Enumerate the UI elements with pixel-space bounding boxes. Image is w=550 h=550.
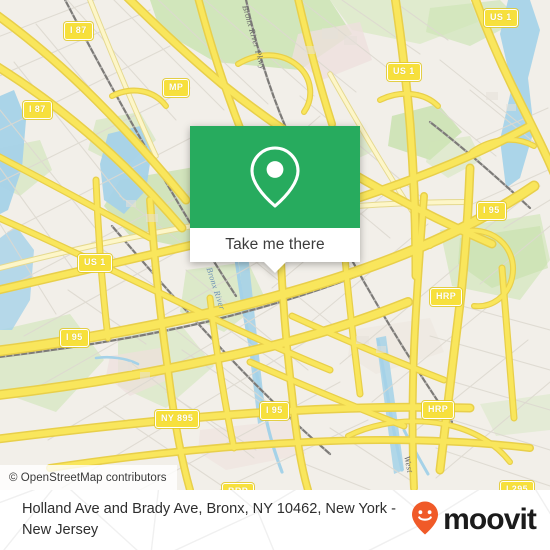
highway-shield[interactable]: MP (163, 79, 190, 97)
highway-shield[interactable]: I 295 (500, 481, 535, 490)
moovit-wordmark: moovit (443, 502, 537, 536)
highway-shield[interactable]: I 95 (260, 402, 289, 420)
popup-footer[interactable]: Take me there (190, 228, 360, 273)
highway-shield[interactable]: HRP (430, 288, 463, 306)
highway-shield[interactable]: I 87 (64, 22, 93, 40)
take-me-there-button-label[interactable]: Take me there (225, 236, 325, 254)
bottom-bar-content: Holland Ave and Brady Ave, Bronx, NY 104… (0, 490, 550, 550)
highway-shield[interactable]: NY 895 (155, 410, 200, 428)
screenshot-root: .rd-case { fill:none; stroke:#e8cf4a; st… (0, 0, 550, 550)
osm-attribution-text: © OpenStreetMap contributors (9, 471, 167, 484)
osm-attribution[interactable]: © OpenStreetMap contributors (0, 465, 177, 490)
popup-header (190, 126, 360, 228)
highway-shield[interactable]: BRP (222, 483, 255, 490)
highway-shield[interactable]: I 95 (60, 329, 89, 347)
moovit-pin-icon (410, 500, 440, 541)
popup-tail-pointer (264, 262, 286, 273)
highway-shield[interactable]: US 1 (78, 254, 112, 272)
highway-shield[interactable]: HRP (422, 401, 455, 419)
location-popup-card[interactable]: Take me there (190, 126, 360, 273)
highway-shield[interactable]: I 87 (23, 101, 52, 119)
highway-shield[interactable]: I 95 (477, 202, 506, 220)
highway-shield[interactable]: US 1 (484, 9, 518, 27)
map-pin-icon (249, 144, 301, 210)
highway-shield[interactable]: US 1 (387, 63, 421, 81)
bottom-info-bar: Holland Ave and Brady Ave, Bronx, NY 104… (0, 490, 550, 550)
moovit-logo[interactable]: moovit (410, 500, 537, 541)
location-address-text: Holland Ave and Brady Ave, Bronx, NY 104… (22, 501, 396, 538)
map-canvas[interactable]: .rd-case { fill:none; stroke:#e8cf4a; st… (0, 0, 550, 490)
